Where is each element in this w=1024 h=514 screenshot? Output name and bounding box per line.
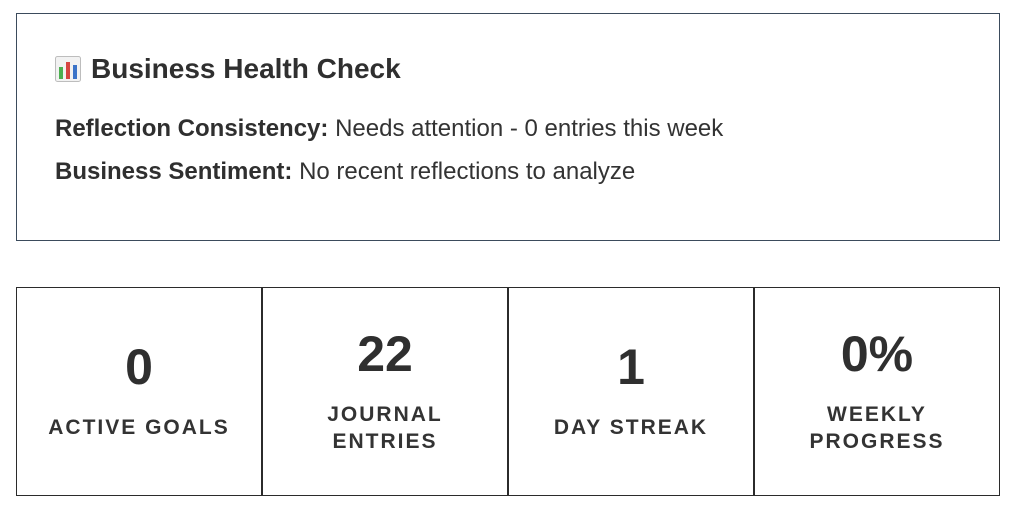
stat-value: 0: [125, 339, 153, 395]
reflection-consistency-row: Reflection Consistency: Needs attention …: [55, 115, 961, 143]
stat-label: JOURNAL ENTRIES: [327, 402, 443, 453]
stat-label: ACTIVE GOALS: [48, 416, 230, 439]
reflection-consistency-label: Reflection Consistency:: [55, 115, 329, 142]
stat-value: 22: [357, 325, 413, 382]
reflection-consistency-value: Needs attention - 0 entries this week: [335, 115, 724, 142]
health-check-title: Business Health Check: [55, 52, 961, 86]
stat-value: 1: [617, 339, 645, 395]
stat-active-goals: 0 ACTIVE GOALS: [17, 288, 263, 495]
stat-label: DAY STREAK: [553, 416, 709, 439]
stat-label: WEEKLY PROGRESS: [809, 402, 945, 453]
stat-value: 0%: [840, 325, 914, 382]
business-sentiment-label: Business Sentiment:: [55, 158, 293, 185]
business-sentiment-value: No recent reflections to analyze: [299, 158, 636, 185]
stat-weekly-progress: 0% WEEKLY PROGRESS: [755, 288, 999, 495]
bar-chart-icon: [55, 56, 81, 82]
stat-day-streak: 1 DAY STREAK: [509, 288, 755, 495]
business-health-card: Business Health Check Reflection Consist…: [16, 13, 1000, 241]
business-sentiment-row: Business Sentiment: No recent reflection…: [55, 158, 961, 186]
stats-row: 0 ACTIVE GOALS 22 JOURNAL ENTRIES 1 DAY …: [16, 287, 1000, 496]
health-check-title-text: Business Health Check: [91, 53, 401, 84]
stat-journal-entries: 22 JOURNAL ENTRIES: [263, 288, 509, 495]
